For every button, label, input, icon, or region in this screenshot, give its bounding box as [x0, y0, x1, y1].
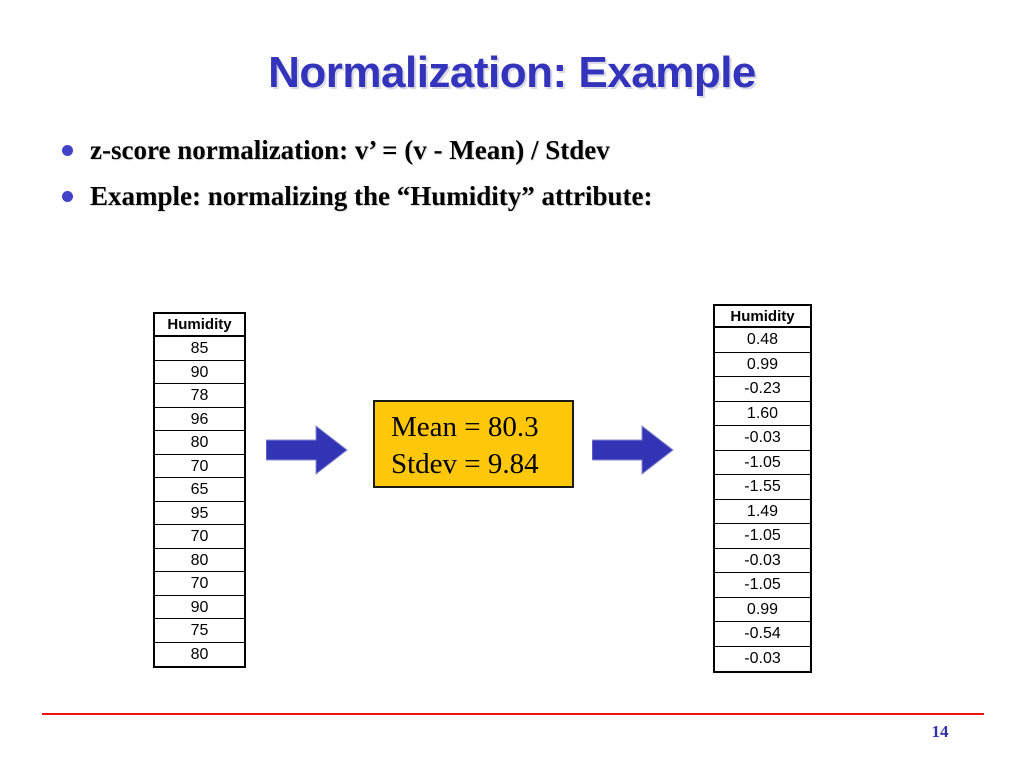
table-row: -1.05 — [715, 451, 810, 475]
bullet-dot-icon — [62, 145, 73, 156]
page-number: 14 — [931, 722, 949, 741]
bullet-item-example: Example: normalizing the “Humidity” attr… — [62, 179, 962, 213]
table-row: 90 — [155, 361, 244, 384]
table-row: -1.55 — [715, 475, 810, 500]
bullet-item-zscore: z-score normalization: v’ = (v - Mean) /… — [62, 133, 962, 167]
bullet-text-zscore: z-score normalization: v’ = (v - Mean) /… — [90, 135, 610, 165]
arrow-right-icon-2 — [591, 424, 674, 481]
page-title: Normalization: Example — [268, 48, 756, 97]
table-row: 65 — [155, 478, 244, 502]
table-row: 78 — [155, 384, 244, 408]
table-row: -0.23 — [715, 377, 810, 402]
table-row: -0.54 — [715, 622, 810, 647]
stats-box: Mean = 80.3 Stdev = 9.84 — [373, 400, 574, 488]
table-row: 80 — [190, 645, 209, 663]
table-row: -1.05 — [715, 573, 810, 598]
table-row: 1.49 — [715, 500, 810, 524]
table-row: -0.03 — [744, 649, 781, 667]
table-row: 70 — [155, 455, 244, 478]
input-humidity-table: Humidity 85 90 78 96 80 70 65 95 70 80 7… — [153, 312, 246, 668]
arrow-right-icon-1 — [265, 424, 348, 481]
table-row: 85 — [155, 337, 244, 361]
table-row: 0.99 — [715, 598, 810, 622]
footer-divider — [42, 713, 984, 715]
table-row: 0.48 — [715, 328, 810, 353]
table-row: 95 — [155, 502, 244, 525]
normalized-humidity-table: Humidity 0.48 0.99 -0.23 1.60 -0.03 -1.0… — [713, 304, 812, 673]
table-row: -1.05 — [715, 524, 810, 549]
bullet-dot-icon — [62, 191, 73, 202]
table-row: -0.03 — [715, 426, 810, 451]
stats-mean-line: Mean = 80.3 — [391, 411, 539, 443]
table-row: 1.60 — [715, 402, 810, 426]
table-row: 90 — [155, 596, 244, 619]
table-row: 0.99 — [715, 353, 810, 377]
table-row: 80 — [155, 549, 244, 572]
table-row: 96 — [155, 408, 244, 431]
table-header-cell: Humidity — [715, 306, 810, 328]
table-row: 70 — [155, 525, 244, 549]
table-row: 70 — [155, 572, 244, 596]
table-row: -0.03 — [715, 549, 810, 573]
table-row: 80 — [155, 431, 244, 455]
bullet-list: z-score normalization: v’ = (v - Mean) /… — [62, 133, 962, 225]
table-header-cell: Humidity — [155, 314, 244, 337]
stats-stdev-line: Stdev = 9.84 — [391, 448, 539, 480]
table-row: 75 — [155, 619, 244, 643]
bullet-text-example: Example: normalizing the “Humidity” attr… — [90, 181, 653, 211]
